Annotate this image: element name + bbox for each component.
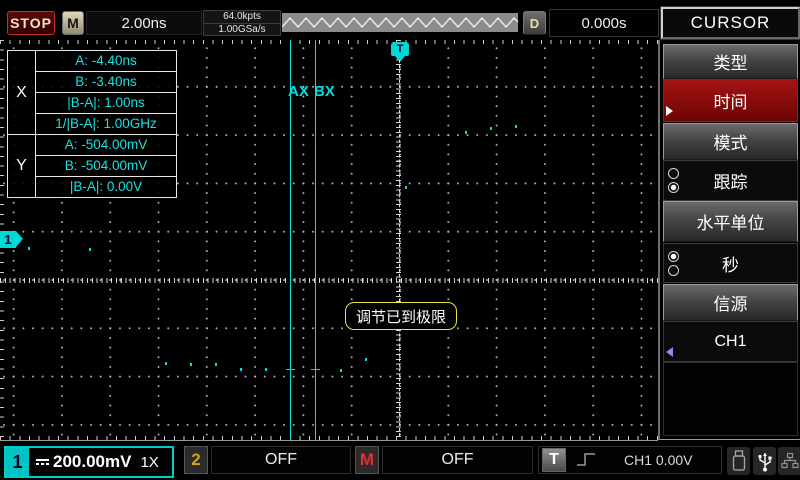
radio-on-icon[interactable] xyxy=(668,182,679,193)
timebase-readout: 2.00ns xyxy=(86,11,202,35)
waveform-preview-icon xyxy=(282,13,518,32)
waveform-preview-bar[interactable] xyxy=(282,13,518,32)
cursor-a-line[interactable] xyxy=(290,40,291,440)
rising-edge-icon xyxy=(576,451,598,469)
cursor-b-tick xyxy=(311,369,320,370)
acquisition-readout: 64.0kpts 1.00GSa/s xyxy=(203,10,281,36)
dc-coupling-icon xyxy=(36,459,49,465)
track-radio-group[interactable] xyxy=(668,161,679,200)
graticule-area: AX BX T 1 X A: -4.40ns B: -3.40ns |B-A|:… xyxy=(0,40,658,441)
bottom-status-bar: 1 200.00mV 1X 2 OFF M OFF T CH1 0.00V xyxy=(0,441,800,480)
menu-item-track[interactable]: 跟踪 xyxy=(663,160,798,201)
channel2-status[interactable]: OFF xyxy=(211,446,351,474)
menu-item-horizontal-unit[interactable]: 水平单位 xyxy=(663,201,798,242)
measure-x-label: X xyxy=(8,51,36,134)
trigger-status-box[interactable]: T CH1 0.00V xyxy=(538,446,722,474)
memory-depth: 64.0kpts xyxy=(204,11,280,24)
ruler-bottom xyxy=(0,436,658,440)
menu-item-time-label: 时间 xyxy=(714,88,748,113)
limit-message-popup: 调节已到极限 xyxy=(345,302,457,330)
measure-x-b: B: -3.40ns xyxy=(36,71,176,92)
radio-off-icon[interactable] xyxy=(668,265,679,276)
menu-title-cursor[interactable]: CURSOR xyxy=(661,7,800,39)
menu-item-mode[interactable]: 模式 xyxy=(663,123,798,160)
menu-item-source[interactable]: 信源 xyxy=(663,284,798,321)
soft-menu-sidebar: 类型 时间 模式 跟踪 水平单位 秒 信源 CH1 xyxy=(658,40,800,440)
oscilloscope-screen: { "top_bar": { "run_state": "STOP", "hor… xyxy=(0,0,800,480)
run-stop-button[interactable]: STOP xyxy=(7,11,55,35)
top-status-bar: STOP M 2.00ns 64.0kpts 1.00GSa/s D 0.000… xyxy=(0,0,800,40)
menu-item-seconds-label: 秒 xyxy=(722,251,739,276)
cursor-b-line[interactable] xyxy=(315,40,316,440)
cursor-a-tick xyxy=(286,369,295,370)
menu-item-source-value[interactable]: CH1 xyxy=(663,321,798,362)
menu-item-track-label: 跟踪 xyxy=(714,168,748,193)
source-channel-label: CH1 xyxy=(714,333,746,351)
trigger-delay-readout: 0.000s xyxy=(549,9,659,37)
active-item-arrow-icon xyxy=(666,106,673,116)
measure-y-b: B: -504.00mV xyxy=(36,155,176,176)
measure-x-delta: |B-A|: 1.00ns xyxy=(36,92,176,113)
seconds-radio-group[interactable] xyxy=(668,244,679,282)
channel1-level-marker[interactable]: 1 xyxy=(0,231,16,248)
center-horizontal-axis xyxy=(0,278,658,283)
channel1-status-box[interactable]: 1 200.00mV 1X xyxy=(4,446,174,478)
trigger-source-level: CH1 0.00V xyxy=(624,452,692,468)
math-badge[interactable]: M xyxy=(355,446,379,474)
math-status[interactable]: OFF xyxy=(382,446,533,474)
trigger-badge: T xyxy=(542,448,566,472)
measure-y-a: A: -504.00mV xyxy=(36,134,176,155)
channel1-number-badge: 1 xyxy=(6,448,30,476)
measure-y-delta: |B-A|: 0.00V xyxy=(36,176,176,197)
cursor-measure-panel: X A: -4.40ns B: -3.40ns |B-A|: 1.00ns 1/… xyxy=(7,50,177,198)
channel2-number-badge[interactable]: 2 xyxy=(184,446,208,474)
measure-y-label: Y xyxy=(8,134,36,197)
delay-button[interactable]: D xyxy=(523,11,546,35)
channel1-probe: 1X xyxy=(140,454,158,471)
lan-icon xyxy=(778,447,800,475)
channel1-scale: 200.00mV xyxy=(53,452,131,472)
radio-off-icon[interactable] xyxy=(668,168,679,179)
trigger-position-marker[interactable]: T xyxy=(391,42,409,56)
radio-on-icon[interactable] xyxy=(668,251,679,262)
cursor-a-label: AX xyxy=(288,83,309,100)
measure-x-freq: 1/|B-A|: 1.00GHz xyxy=(36,113,176,134)
cursor-b-label: BX xyxy=(314,83,335,100)
usb-icon xyxy=(753,447,776,475)
menu-item-seconds[interactable]: 秒 xyxy=(663,243,798,283)
horizontal-menu-button[interactable]: M xyxy=(62,11,84,35)
value-item-arrow-icon xyxy=(666,347,673,357)
sample-rate: 1.00GSa/s xyxy=(204,24,280,36)
measure-x-a: A: -4.40ns xyxy=(36,51,176,71)
menu-empty-slot xyxy=(663,362,798,436)
measure-y-values: A: -504.00mV B: -504.00mV |B-A|: 0.00V xyxy=(36,134,176,197)
usb-drive-icon xyxy=(727,447,750,475)
menu-item-type[interactable]: 类型 xyxy=(663,44,798,79)
measure-x-values: A: -4.40ns B: -3.40ns |B-A|: 1.00ns 1/|B… xyxy=(36,51,176,134)
trigger-position-line xyxy=(399,60,400,436)
menu-item-time-active[interactable]: 时间 xyxy=(663,79,798,122)
ruler-top xyxy=(0,40,658,44)
